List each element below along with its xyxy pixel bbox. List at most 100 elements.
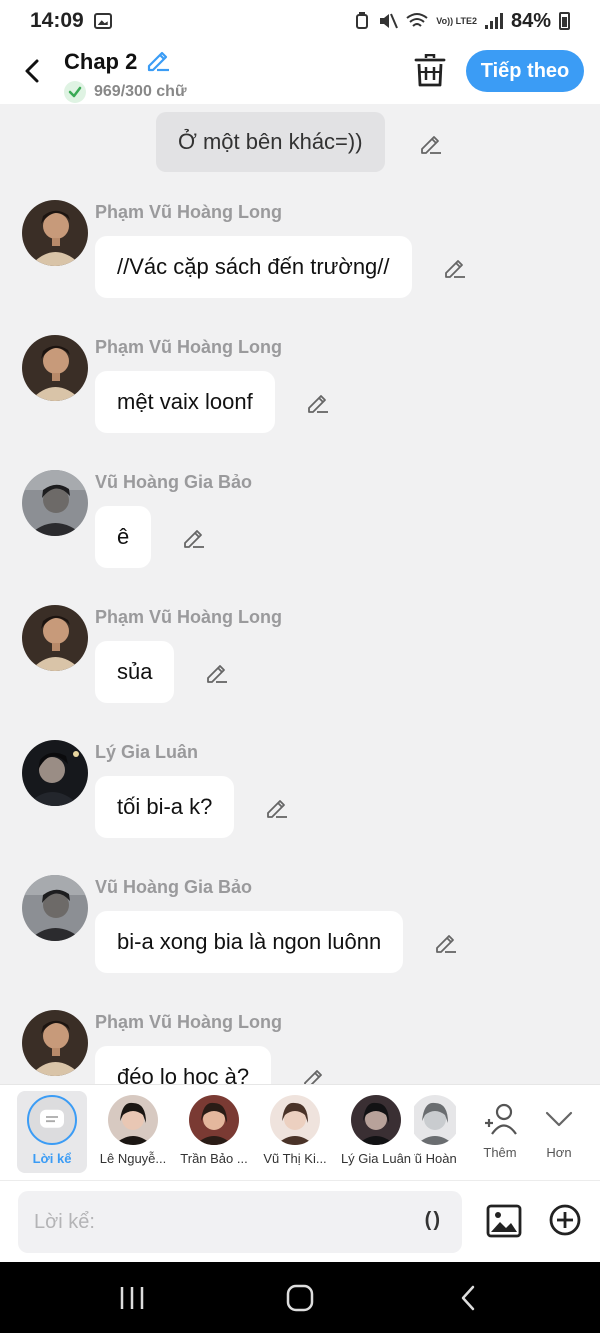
add-button[interactable] [548,1203,582,1237]
pencil-icon [308,395,328,413]
image-button[interactable] [486,1203,522,1239]
sender-name: Phạm Vũ Hoàng Long [95,337,282,357]
trash-icon [414,53,446,87]
character-chip[interactable]: Lý Gia Luân [336,1093,416,1173]
character-name: Lý Gia Luân [340,1151,412,1166]
next-button[interactable]: Tiếp theo [466,50,584,92]
avatar[interactable] [22,740,88,806]
pencil-icon [445,260,465,278]
title-area: Chap 2 969/300 chữ [64,46,187,103]
character-avatar [414,1095,456,1145]
message-bubble[interactable]: bi-a xong bia là ngon luônn [95,911,404,973]
system-back-button[interactable] [448,1282,488,1314]
edit-message-button[interactable] [302,1065,326,1084]
sender-name: Phạm Vũ Hoàng Long [95,1012,282,1032]
recent-apps-button[interactable] [112,1282,152,1314]
edit-message-button[interactable] [443,255,467,279]
avatar[interactable] [22,335,88,401]
pencil-icon [207,665,227,683]
word-count: 969/300 chữ [94,83,187,100]
message-row[interactable]: Phạm Vũ Hoàng Long sủa [0,605,600,735]
edit-message-button[interactable] [205,660,229,684]
message-bubble[interactable]: //Vác cặp sách đến trường// [95,236,412,298]
pencil-icon [148,51,170,72]
character-name: Vũ Thị Ki... [263,1151,327,1166]
battery-icon [559,12,570,30]
pencil-icon [304,1070,322,1084]
home-button[interactable] [280,1282,320,1314]
delete-button[interactable] [414,53,446,88]
header: Chap 2 969/300 chữ Tiếp theo [0,42,600,104]
wifi-icon [406,13,428,27]
back-icon [461,1285,475,1311]
message-bubble[interactable]: sủa [95,641,175,703]
sender-name: Vũ Hoàng Gia Bảo [95,472,253,492]
avatar[interactable] [22,200,88,266]
status-icons: Vo)) LTE2 84% [354,10,570,33]
home-icon [286,1284,314,1312]
character-avatar [351,1095,401,1145]
speech-bubble-icon [40,1109,64,1128]
avatar[interactable] [22,470,88,536]
chat-area[interactable]: Ở một bên khác=)) Phạm Vũ Hoàng Long //Vá… [0,104,600,1084]
avatar[interactable] [22,605,88,671]
battery-percent: 84% [510,9,551,32]
pencil-icon [184,530,204,548]
signal-icon [484,13,503,29]
character-name: Lê Nguyễ... [99,1151,167,1166]
narration-bubble[interactable]: Ở một bên khác=)) [156,112,385,172]
message-bubble[interactable]: mệt vaix loonf [95,371,275,433]
sender-name: Vũ Hoàng Gia Bảo [95,877,253,897]
message-row[interactable]: Phạm Vũ Hoàng Long //Vác cặp sách đến trư… [0,200,600,330]
message-row[interactable]: Vũ Hoàng Gia Bảo ê [0,470,600,600]
back-button[interactable] [18,56,48,86]
pencil-icon [436,935,456,953]
character-chip[interactable]: Vũ Thị Ki... [255,1093,335,1173]
chevron-left-icon [25,59,39,83]
system-nav-bar [0,1262,600,1333]
pencil-icon [421,136,441,154]
more-button[interactable]: Hơn [519,1093,599,1173]
character-chip[interactable]: Vũ Hoàng [414,1093,456,1173]
message-row[interactable]: Phạm Vũ Hoàng Long đéo lo học à? [0,1010,600,1084]
message-bubble[interactable]: đéo lo học à? [95,1046,272,1084]
add-label: Thêm [483,1145,517,1160]
input-bar: () [0,1180,600,1262]
edit-message-button[interactable] [306,390,330,414]
input-box: () [18,1191,462,1253]
message-row[interactable]: Phạm Vũ Hoàng Long mệt vaix loonf [0,335,600,465]
message-row[interactable]: Vũ Hoàng Gia Bảo bi-a xong bia là ngon lu… [0,875,600,1005]
sender-name: Lý Gia Luân [95,742,199,762]
pencil-icon [267,800,287,818]
character-bar: Lời kể Lê Nguyễ... Trần Bảo ... Vũ Thị Ki.… [0,1084,600,1180]
avatar[interactable] [22,1010,88,1076]
recent-apps-icon [120,1287,144,1309]
edit-title-button[interactable] [145,46,171,77]
message-row[interactable]: Lý Gia Luân tối bi-a k? [0,740,600,870]
clock: 14:09 [30,9,84,32]
character-avatar [270,1095,320,1145]
sender-name: Phạm Vũ Hoàng Long [95,607,282,627]
alarm-icon [356,12,369,29]
edit-message-button[interactable] [265,795,289,819]
avatar[interactable] [22,875,88,941]
message-bubble[interactable]: ê [95,506,152,568]
character-name: Trần Bảo ... [180,1151,248,1166]
chevron-down-icon [545,1111,573,1127]
character-chip[interactable]: Trần Bảo ... [174,1093,254,1173]
plus-circle-icon [549,1204,581,1236]
message-bubble[interactable]: tối bi-a k? [95,776,235,838]
edit-message-button[interactable] [182,525,206,549]
edit-message-button[interactable] [434,930,458,954]
message-input[interactable] [18,1191,398,1253]
parentheses-button[interactable]: () [425,1209,442,1232]
edit-narration-button[interactable] [419,131,443,155]
narration-selector[interactable]: Lời kể [17,1091,87,1173]
image-icon [486,1204,522,1238]
sender-name: Phạm Vũ Hoàng Long [95,202,282,222]
character-chip[interactable]: Lê Nguyễ... [93,1093,173,1173]
check-icon [64,81,86,103]
character-name: Vũ Hoàng [414,1151,456,1166]
chapter-title[interactable]: Chap 2 [64,49,137,75]
status-bar: 14:09 Vo)) LTE2 84% [0,0,600,42]
